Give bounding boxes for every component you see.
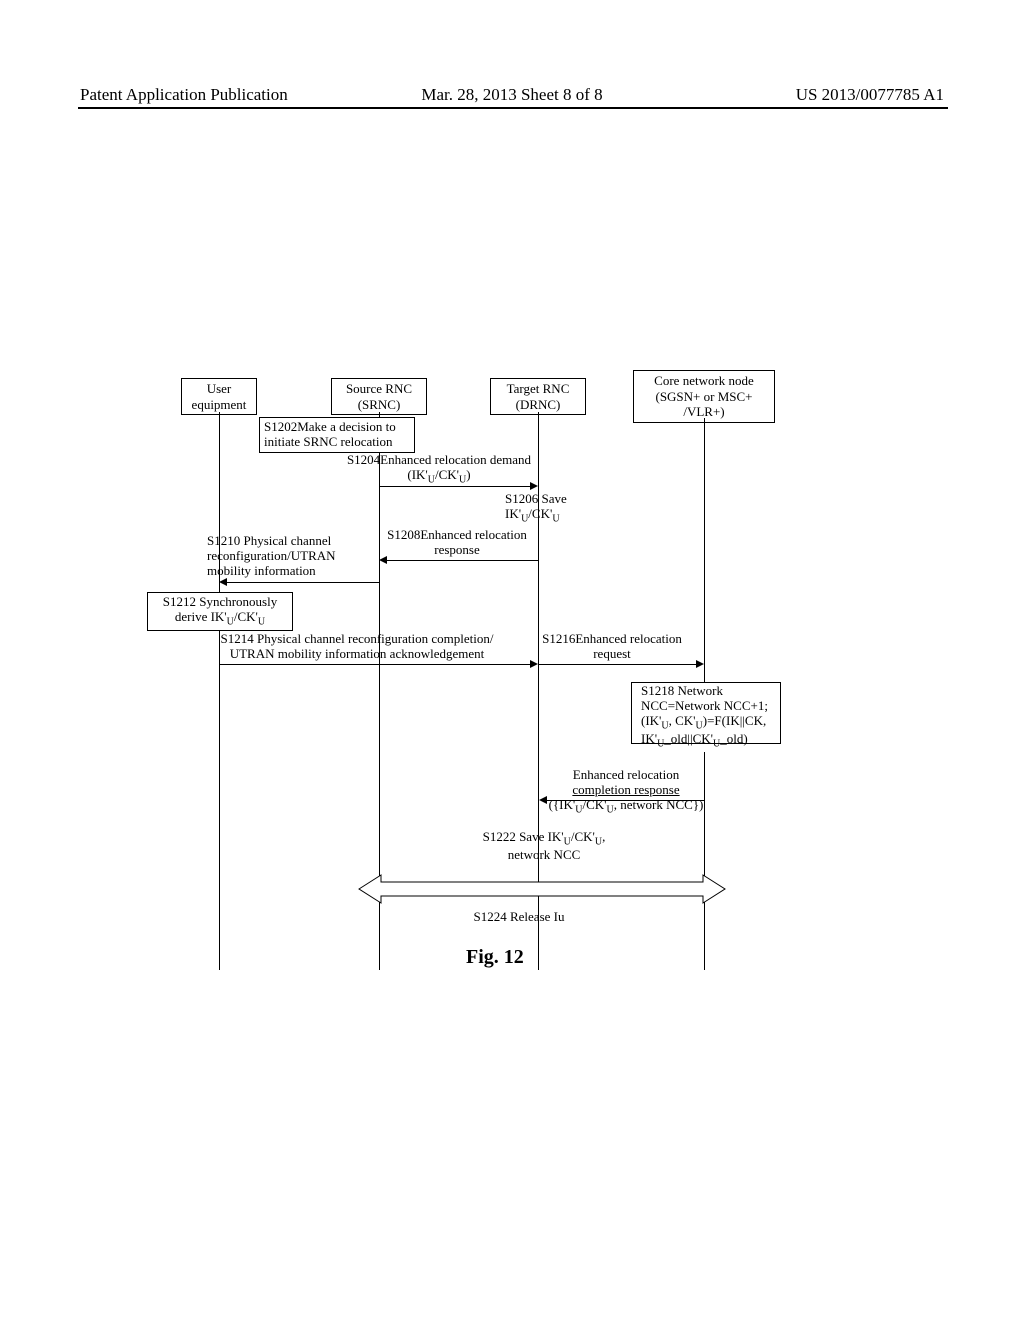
step-s1212: S1212 Synchronouslyderive IK'U/CK'U [147, 592, 293, 631]
arrow-s1220-head [539, 796, 547, 804]
arrow-s1216 [539, 664, 696, 665]
actor-ue-label: Userequipment [192, 381, 247, 412]
actor-srnc: Source RNC(SRNC) [331, 378, 427, 415]
s1212-sub2: U [258, 617, 265, 628]
actor-core: Core network node(SGSN+ or MSC+/VLR+) [633, 370, 775, 423]
figure-caption: Fig. 12 [466, 946, 524, 969]
s1220-l1: Enhanced relocation [573, 767, 679, 782]
actor-drnc: Target RNC(DRNC) [490, 378, 586, 415]
arrow-s1208 [387, 560, 538, 561]
s1212-sub1: U [227, 617, 234, 628]
s1214-label: S1214 Physical channel reconfiguration c… [197, 632, 517, 662]
s1216-text: S1216Enhanced relocationrequest [542, 631, 682, 661]
actor-srnc-label: Source RNC(SRNC) [346, 381, 412, 412]
s1222b: /CK' [571, 829, 595, 844]
arrow-s1204-head [530, 482, 538, 490]
sequence-diagram: Userequipment Source RNC(SRNC) Target RN… [155, 370, 885, 1010]
step-s1202: S1202Make a decision toinitiate SRNC rel… [259, 417, 415, 453]
s1224-text: S1224 Release Iu [474, 909, 565, 924]
s1204-sub1: U [428, 475, 435, 486]
header-left: Patent Application Publication [80, 85, 288, 105]
s1206-sub2: U [552, 514, 559, 525]
s1220-label: Enhanced relocation completion response … [539, 768, 713, 816]
s1204-p1: (IK' [407, 467, 427, 482]
s1216-label: S1216Enhanced relocationrequest [527, 632, 697, 662]
s1210-label: S1210 Physical channelreconfiguration/UT… [207, 534, 367, 579]
actor-ue: Userequipment [181, 378, 257, 415]
lifeline-ue [219, 412, 220, 970]
s1208-label: S1208Enhanced relocationresponse [377, 528, 537, 558]
arrow-s1208-head [379, 556, 387, 564]
actor-drnc-label: Target RNC(DRNC) [507, 381, 570, 412]
arrow-s1210 [227, 582, 379, 583]
arrow-s1214 [220, 664, 530, 665]
s1224-label: S1224 Release Iu [419, 910, 619, 925]
s1222-text: S1222 Save IK' [483, 829, 564, 844]
s1204-p2: /CK' [435, 467, 459, 482]
s1212b: /CK' [234, 609, 258, 624]
actor-core-label: Core network node(SGSN+ or MSC+/VLR+) [654, 373, 754, 419]
step-s1218-border [631, 682, 781, 744]
header-right: US 2013/0077785 A1 [796, 85, 944, 105]
arrow-s1216-head [696, 660, 704, 668]
s1214-text: S1214 Physical channel reconfiguration c… [221, 631, 494, 661]
s1208-text: S1208Enhanced relocationresponse [387, 527, 527, 557]
s1204-label: S1204Enhanced relocation demand (IK'U/CK… [339, 453, 539, 486]
header-divider [78, 107, 948, 109]
s1222-sub1: U [564, 837, 571, 848]
s1206-label: S1206 SaveIK'U/CK'U [505, 492, 601, 525]
s1202-text: S1202Make a decision toinitiate SRNC rel… [264, 419, 396, 449]
s1206b: /CK' [528, 506, 552, 521]
caption-text: Fig. 12 [466, 946, 524, 968]
s1220-sub2: U [607, 804, 614, 815]
s1222-label: S1222 Save IK'U/CK'U,network NCC [455, 830, 633, 863]
arrow-s1204 [380, 486, 530, 487]
arrow-s1210-head [219, 578, 227, 586]
s1220-l2: completion response [572, 782, 679, 797]
page-header: Patent Application Publication Mar. 28, … [0, 85, 1024, 105]
s1204-p3: ) [466, 467, 470, 482]
header-center: Mar. 28, 2013 Sheet 8 of 8 [421, 85, 602, 105]
arrow-s1224-wide [355, 872, 729, 906]
s1210-text: S1210 Physical channelreconfiguration/UT… [207, 533, 336, 578]
arrow-s1220 [547, 800, 704, 801]
s1204-text: S1204Enhanced relocation demand [347, 452, 531, 467]
